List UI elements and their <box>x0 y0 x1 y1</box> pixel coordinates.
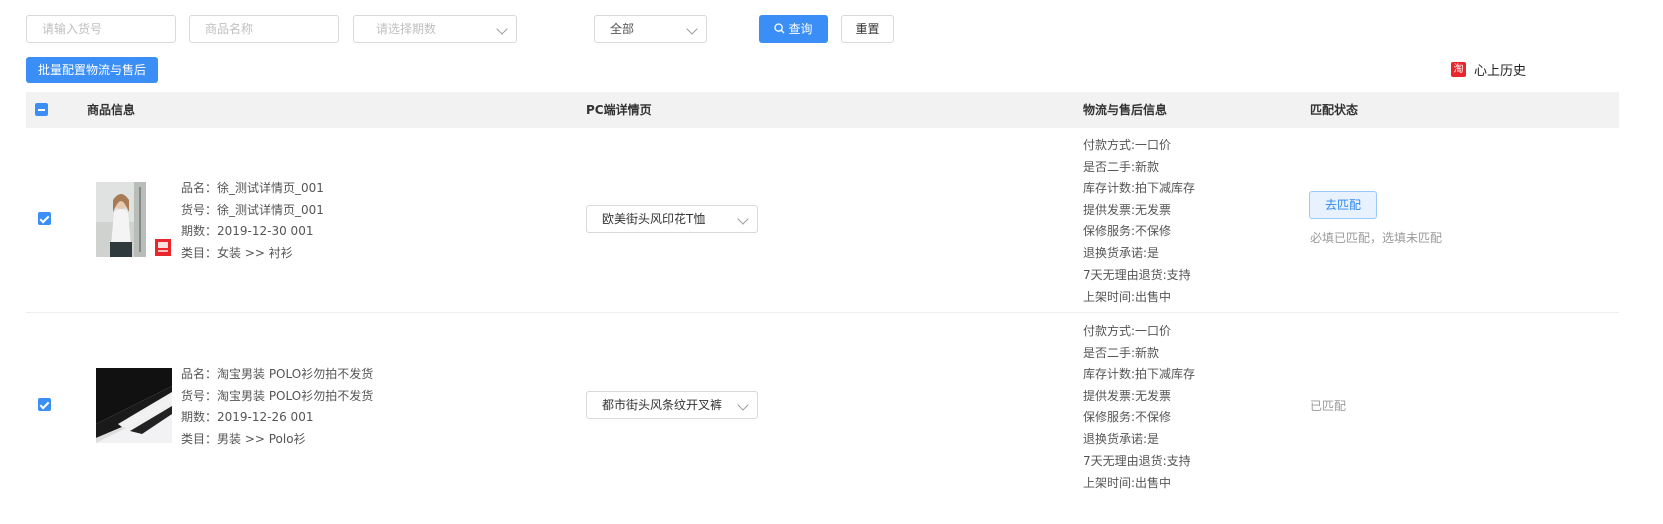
item-no-input[interactable]: 请输入货号 <box>26 15 176 43</box>
logistics-warranty: 保修服务:不保修 <box>1083 224 1172 238</box>
logistics-listing: 上架时间:出售中 <box>1083 290 1172 304</box>
logistics-payment: 付款方式:一口价 <box>1083 324 1172 338</box>
shop-name[interactable]: 心上历史 <box>1474 60 1526 79</box>
logistics-invoice: 提供发票:无发票 <box>1083 389 1172 403</box>
search-icon <box>774 23 785 34</box>
header-product: 商品信息 <box>87 103 136 117</box>
product-category: 类目：男装 >> Polo衫 <box>181 432 306 446</box>
brand-badge-icon <box>155 239 171 256</box>
row-divider <box>26 312 1619 313</box>
header-pc-detail: PC端详情页 <box>586 103 652 117</box>
logistics-7day: 7天无理由退货:支持 <box>1083 268 1191 282</box>
table-header: 商品信息 PC端详情页 物流与售后信息 匹配状态 <box>26 92 1619 128</box>
product-name: 品名：淘宝男装 POLO衫勿拍不发货 <box>181 367 374 381</box>
header-match-status: 匹配状态 <box>1310 103 1359 117</box>
go-match-button[interactable]: 去匹配 <box>1309 191 1377 219</box>
header-logistics: 物流与售后信息 <box>1083 103 1168 117</box>
logistics-warranty: 保修服务:不保修 <box>1083 410 1172 424</box>
search-button-label: 查询 <box>788 22 813 36</box>
select-all-checkbox[interactable] <box>35 103 48 116</box>
product-name-input[interactable]: 商品名称 <box>189 15 339 43</box>
row-checkbox[interactable] <box>38 212 51 225</box>
chevron-down-icon <box>737 399 749 411</box>
pc-template-select[interactable]: 都市街头风条纹开叉裤 <box>586 391 758 419</box>
taobao-shop-icon: 淘 <box>1451 62 1466 77</box>
status-select-value: 全部 <box>610 22 635 36</box>
row-checkbox[interactable] <box>38 398 51 411</box>
logistics-secondhand: 是否二手:新款 <box>1083 346 1160 360</box>
match-note: 必填已匹配，选填未匹配 <box>1310 231 1443 245</box>
logistics-invoice: 提供发票:无发票 <box>1083 203 1172 217</box>
logistics-payment: 付款方式:一口价 <box>1083 138 1172 152</box>
batch-config-button[interactable]: 批量配置物流与售后 <box>26 57 158 83</box>
product-category: 类目：女装 >> 衬衫 <box>181 246 293 260</box>
logistics-listing: 上架时间:出售中 <box>1083 476 1172 490</box>
logistics-stock: 库存计数:拍下减库存 <box>1083 367 1196 381</box>
chevron-down-icon <box>686 23 698 35</box>
product-thumbnail[interactable] <box>96 182 146 257</box>
product-period: 期数：2019-12-30 001 <box>181 224 314 238</box>
product-period: 期数：2019-12-26 001 <box>181 410 314 424</box>
logistics-stock: 库存计数:拍下减库存 <box>1083 181 1196 195</box>
product-item-no: 货号：淘宝男装 POLO衫勿拍不发货 <box>181 389 374 403</box>
product-item-no: 货号：徐_测试详情页_001 <box>181 203 324 217</box>
match-note: 已匹配 <box>1310 399 1347 413</box>
reset-button[interactable]: 重置 <box>841 15 894 43</box>
pc-template-value: 欧美街头风印花T恤 <box>602 212 706 226</box>
logistics-return: 退换货承诺:是 <box>1083 246 1160 260</box>
product-thumbnail[interactable] <box>96 368 172 443</box>
period-select[interactable]: 请选择期数 <box>353 15 517 43</box>
chevron-down-icon <box>737 213 749 225</box>
product-name: 品名：徐_测试详情页_001 <box>181 181 324 195</box>
pc-template-select[interactable]: 欧美街头风印花T恤 <box>586 205 758 233</box>
status-select[interactable]: 全部 <box>594 15 707 43</box>
logistics-return: 退换货承诺:是 <box>1083 432 1160 446</box>
chevron-down-icon <box>496 23 508 35</box>
logistics-7day: 7天无理由退货:支持 <box>1083 454 1191 468</box>
search-button[interactable]: 查询 <box>759 15 828 43</box>
logistics-secondhand: 是否二手:新款 <box>1083 160 1160 174</box>
period-select-placeholder: 请选择期数 <box>376 22 437 36</box>
pc-template-value: 都市街头风条纹开叉裤 <box>602 398 723 412</box>
